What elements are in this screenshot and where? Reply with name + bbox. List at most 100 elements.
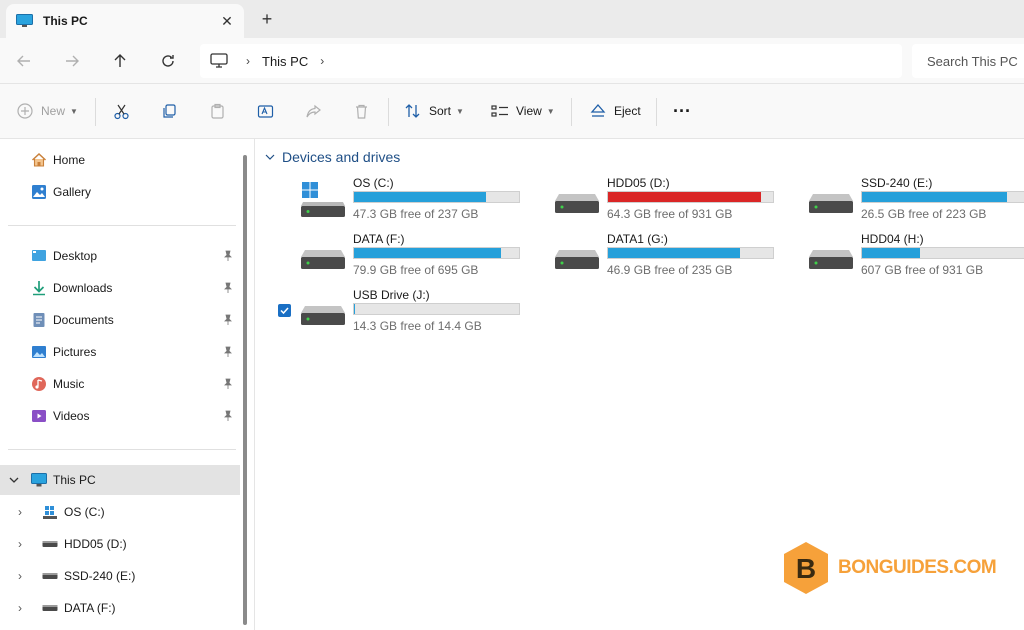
chevron-down-icon[interactable] (8, 474, 20, 486)
eject-button[interactable]: Eject (590, 99, 641, 123)
drive-tile[interactable]: USB Drive (J:) 14.3 GB free of 14.4 GB (301, 288, 551, 340)
drive-tile[interactable]: OS (C:) 47.3 GB free of 237 GB (301, 176, 551, 228)
chevron-down-icon[interactable] (265, 152, 275, 162)
more-options-button[interactable]: ··· (673, 99, 691, 123)
chevron-right-icon[interactable]: › (246, 54, 250, 68)
sidebar-item-home[interactable]: Home (0, 145, 240, 175)
drive-free-space: 47.3 GB free of 237 GB (353, 207, 479, 221)
drive-tile[interactable]: DATA1 (G:) 46.9 GB free of 235 GB (555, 232, 805, 284)
drive-tile[interactable]: SSD-240 (E:) 26.5 GB free of 223 GB (809, 176, 1024, 228)
pin-icon[interactable] (222, 250, 234, 262)
up-arrow-icon (114, 54, 126, 67)
toolbar-divider (388, 98, 389, 126)
drive-icon (301, 306, 345, 325)
sidebar-item-music[interactable]: Music (0, 369, 240, 399)
forward-button[interactable] (61, 50, 83, 72)
monitor-icon (16, 14, 33, 27)
rename-icon (257, 104, 274, 118)
sidebar-item-gallery[interactable]: Gallery (0, 177, 240, 207)
eject-label: Eject (614, 104, 641, 118)
sidebar-scrollbar[interactable] (243, 155, 247, 625)
sidebar-item-downloads[interactable]: Downloads (0, 273, 240, 303)
sort-button[interactable]: Sort ▼ (404, 99, 464, 123)
tab-this-pc[interactable]: This PC ✕ (6, 4, 244, 38)
drive-name: USB Drive (J:) (353, 288, 430, 302)
chevron-right-icon[interactable]: › (18, 537, 30, 551)
sidebar-item-documents[interactable]: Documents (0, 305, 240, 335)
group-title: Devices and drives (282, 149, 401, 165)
address-bar[interactable]: › This PC › (200, 44, 902, 78)
pin-icon[interactable] (222, 378, 234, 390)
share-icon (306, 104, 321, 117)
drive-usage-bar (353, 247, 520, 259)
pin-icon[interactable] (222, 410, 234, 422)
drive-usage-bar (861, 247, 1024, 259)
sort-icon (405, 104, 420, 118)
drive-free-space: 79.9 GB free of 695 GB (353, 263, 479, 277)
sidebar-item-ssd240-e[interactable]: › SSD-240 (E:) (0, 561, 240, 591)
cut-button[interactable] (113, 99, 130, 123)
sidebar-item-pictures[interactable]: Pictures (0, 337, 240, 367)
sidebar-item-os-c[interactable]: › OS (C:) (0, 497, 240, 527)
videos-icon (32, 410, 46, 422)
delete-button[interactable] (353, 99, 370, 123)
desktop-icon (32, 250, 46, 261)
chevron-right-icon[interactable]: › (18, 569, 30, 583)
music-icon (32, 377, 46, 391)
pin-icon[interactable] (222, 346, 234, 358)
address-row: › This PC › Search This PC (0, 38, 1024, 84)
toolbar-divider (571, 98, 572, 126)
up-button[interactable] (109, 50, 131, 72)
drive-tile[interactable]: HDD04 (H:) 607 GB free of 931 GB (809, 232, 1024, 284)
drive-usage-fill (608, 248, 740, 258)
drive-tile[interactable]: HDD05 (D:) 64.3 GB free of 931 GB (555, 176, 805, 228)
drive-tile[interactable]: DATA (F:) 79.9 GB free of 695 GB (301, 232, 551, 284)
drive-name: OS (C:) (353, 176, 394, 190)
selection-checkbox[interactable] (278, 304, 291, 317)
sidebar-item-data-f[interactable]: › DATA (F:) (0, 593, 240, 623)
navigation-pane: Home Gallery Desktop Downloads Documents… (0, 139, 240, 630)
title-bar: This PC ✕ + (0, 0, 1024, 38)
sidebar-item-this-pc[interactable]: This PC (0, 465, 240, 495)
drive-free-space: 607 GB free of 931 GB (861, 263, 984, 277)
forward-arrow-icon (66, 55, 79, 67)
group-header-devices[interactable]: Devices and drives (265, 149, 400, 165)
pin-icon[interactable] (222, 282, 234, 294)
chevron-right-icon[interactable]: › (320, 54, 324, 68)
drive-usage-bar (353, 303, 520, 315)
rename-button[interactable] (257, 99, 274, 123)
pin-icon[interactable] (222, 314, 234, 326)
sidebar-item-label: Home (53, 153, 86, 167)
sidebar-item-label: Gallery (53, 185, 92, 199)
documents-icon (33, 313, 45, 327)
drive-icon (42, 541, 58, 547)
sidebar-item-desktop[interactable]: Desktop (0, 241, 240, 271)
drive-free-space: 64.3 GB free of 931 GB (607, 207, 733, 221)
back-arrow-icon (17, 55, 30, 67)
close-tab-icon[interactable]: ✕ (220, 14, 234, 28)
copy-button[interactable] (161, 99, 178, 123)
drive-name: DATA (F:) (353, 232, 405, 246)
paste-button[interactable] (209, 99, 226, 123)
drive-name: HDD04 (H:) (861, 232, 924, 246)
breadcrumb-this-pc[interactable]: This PC (262, 54, 308, 69)
view-button[interactable]: View ▼ (491, 99, 555, 123)
new-tab-button[interactable]: + (258, 10, 276, 28)
bonguides-logo-icon: B (784, 542, 828, 594)
gallery-icon (32, 185, 46, 199)
sidebar-item-label: OS (C:) (64, 505, 105, 519)
share-button[interactable] (305, 99, 322, 123)
new-label: New (41, 104, 66, 118)
sidebar-item-label: Videos (53, 409, 90, 423)
sidebar-item-hdd05-d[interactable]: › HDD05 (D:) (0, 529, 240, 559)
chevron-right-icon[interactable]: › (18, 505, 30, 519)
chevron-right-icon[interactable]: › (18, 601, 30, 615)
search-input[interactable]: Search This PC (912, 44, 1024, 78)
sidebar-item-videos[interactable]: Videos (0, 401, 240, 431)
drive-usage-fill (862, 192, 1008, 202)
refresh-button[interactable] (157, 50, 179, 72)
new-button[interactable]: New ▼ (17, 99, 78, 123)
windows-drive-icon (301, 182, 345, 217)
sidebar-item-label: Desktop (53, 249, 98, 263)
back-button[interactable] (13, 50, 35, 72)
